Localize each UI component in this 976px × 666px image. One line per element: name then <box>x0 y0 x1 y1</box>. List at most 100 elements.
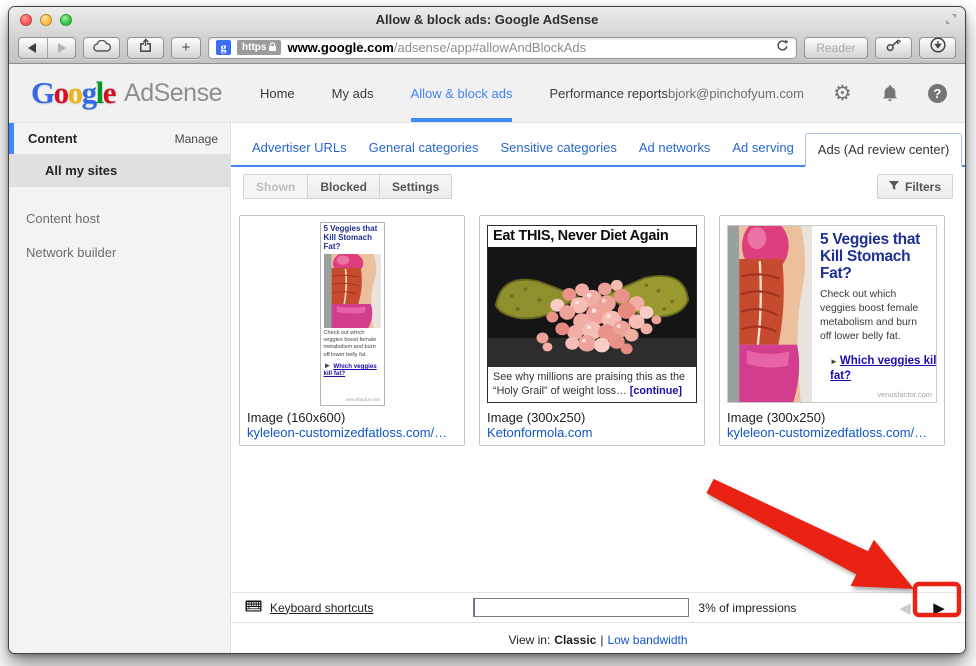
sidebar-items: Content host Network builder <box>9 201 230 269</box>
review-toolbar: Shown Blocked Settings Filters <box>243 174 953 199</box>
ad-display-url-link[interactable]: kyleleon-customizedfatloss.com/… <box>727 425 937 440</box>
shown-button[interactable]: Shown <box>243 174 308 199</box>
ad-copy: 5 Veggies that Kill Stomach Fat? Check o… <box>812 226 936 402</box>
ad-card-2[interactable]: Eat THIS, Never Diet Again <box>479 215 705 446</box>
tab-bar: Advertiser URLs General categories Sensi… <box>231 123 965 167</box>
nav-allow-block-ads[interactable]: Allow & block ads <box>411 64 513 122</box>
keyboard-shortcuts-link[interactable]: Keyboard shortcuts <box>270 601 373 615</box>
ad-thumbnail-3: 5 Veggies that Kill Stomach Fat? Check o… <box>727 221 937 407</box>
https-badge: https <box>237 40 281 55</box>
minimize-window-button[interactable] <box>40 14 52 26</box>
reader-button[interactable]: Reader <box>804 37 868 59</box>
nav-performance-reports[interactable]: Performance reports <box>549 64 668 122</box>
fullscreen-resize-icon[interactable] <box>945 12 957 30</box>
footer-separator: | <box>600 633 603 647</box>
ad-cta-link[interactable]: ►Which veggies kill fat? <box>324 361 381 377</box>
header-right: bjork@pinchofyum.com ⚙ ? <box>668 64 947 122</box>
history-nav-group <box>18 37 76 59</box>
tab-general-categories[interactable]: General categories <box>358 132 490 165</box>
downloads-button[interactable] <box>919 37 956 59</box>
ad-creative-fruit: Eat THIS, Never Diet Again <box>487 225 697 403</box>
back-button[interactable] <box>19 38 48 58</box>
help-icon[interactable]: ? <box>928 84 947 103</box>
share-button[interactable] <box>127 37 164 59</box>
ad-headline: 5 Veggies that Kill Stomach Fat? <box>324 225 381 252</box>
reload-icon[interactable] <box>776 39 789 57</box>
view-classic-label: Classic <box>554 633 596 647</box>
ad-thumbnail-1: 5 Veggies that Kill Stomach Fat? <box>247 221 457 407</box>
ad-body-text: Check out which veggies boost female met… <box>820 288 931 344</box>
url-text: www.google.com/adsense/app#allowAndBlock… <box>287 40 586 55</box>
product-name: AdSense <box>124 79 222 108</box>
new-tab-button[interactable]: + <box>171 37 201 59</box>
cloud-icon <box>93 39 111 57</box>
ad-cards: 5 Veggies that Kill Stomach Fat? <box>239 215 957 446</box>
sidebar-section-label: Content <box>28 131 77 146</box>
impressions-label: 3% of impressions <box>698 601 796 615</box>
ad-body-text: See why millions are praising this as th… <box>488 367 696 402</box>
bell-icon[interactable] <box>881 84 899 103</box>
password-manager-button[interactable] <box>875 37 912 59</box>
manage-link[interactable]: Manage <box>175 132 218 146</box>
ad-attribution: venusfactor.com <box>324 398 381 403</box>
pagination: ◀ ▶ <box>896 599 951 617</box>
ad-creative-veggies: 5 Veggies that Kill Stomach Fat? Check o… <box>727 225 937 403</box>
gear-icon[interactable]: ⚙ <box>833 83 852 104</box>
keyboard-icon <box>245 599 262 617</box>
fruit-photo-art <box>488 249 696 367</box>
main-content: Advertiser URLs General categories Sensi… <box>231 123 965 653</box>
settings-button[interactable]: Settings <box>379 174 452 199</box>
tab-advertiser-urls[interactable]: Advertiser URLs <box>241 132 358 165</box>
ad-cta-link[interactable]: ►Which veggies kill fat? <box>830 354 937 384</box>
ad-attribution: venusfactor.com <box>877 390 932 399</box>
tab-ad-serving[interactable]: Ad serving <box>721 132 804 165</box>
main-nav: Home My ads Allow & block ads Performanc… <box>260 64 668 122</box>
cta-bullet-icon: ► <box>830 357 838 367</box>
filters-button[interactable]: Filters <box>877 174 953 199</box>
low-bandwidth-link[interactable]: Low bandwidth <box>607 633 687 647</box>
view-footer: View in: Classic | Low bandwidth <box>231 623 965 653</box>
nav-home[interactable]: Home <box>260 64 295 122</box>
address-bar[interactable]: g https www.google.com/adsense/app#allow… <box>208 37 797 59</box>
ad-display-url-link[interactable]: kyleleon-customizedfatloss.com/… <box>247 425 457 440</box>
ad-card-1[interactable]: 5 Veggies that Kill Stomach Fat? <box>239 215 465 446</box>
blocked-button[interactable]: Blocked <box>307 174 380 199</box>
browser-toolbar: + g https www.google.com/adsense/app#all… <box>9 32 965 64</box>
impressions-progress-bar <box>473 598 689 617</box>
previous-page-icon[interactable]: ◀ <box>896 599 914 617</box>
view-in-label: View in: <box>508 633 550 647</box>
google-adsense-logo: Google AdSense <box>31 64 222 122</box>
nav-my-ads[interactable]: My ads <box>332 64 374 122</box>
window-titlebar: Allow & block ads: Google AdSense <box>9 7 965 32</box>
tab-ad-networks[interactable]: Ad networks <box>628 132 722 165</box>
sidebar-item-network-builder[interactable]: Network builder <box>9 235 230 269</box>
next-page-icon[interactable]: ▶ <box>927 599 951 617</box>
adsense-header: Google AdSense Home My ads Allow & block… <box>9 64 965 123</box>
traffic-lights <box>20 14 72 26</box>
content-spacer <box>231 446 965 592</box>
forward-button[interactable] <box>48 38 76 58</box>
google-favicon: g <box>216 40 231 55</box>
ad-headline: 5 Veggies that Kill Stomach Fat? <box>820 231 931 282</box>
view-segmented-control: Shown Blocked Settings <box>243 174 452 199</box>
zoom-window-button[interactable] <box>60 14 72 26</box>
icloud-tabs-button[interactable] <box>83 37 120 59</box>
ad-display-url-link[interactable]: Ketonformola.com <box>487 425 697 440</box>
ad-cta-link[interactable]: [continue] <box>630 385 682 397</box>
close-window-button[interactable] <box>20 14 32 26</box>
sidebar-item-all-my-sites[interactable]: All my sites <box>9 154 230 187</box>
funnel-icon <box>889 180 899 194</box>
account-email: bjork@pinchofyum.com <box>668 86 804 101</box>
ad-creative-skyscraper: 5 Veggies that Kill Stomach Fat? <box>320 222 385 406</box>
tab-ads-ad-review-center[interactable]: Ads (Ad review center) <box>805 133 963 167</box>
sidebar-item-content-host[interactable]: Content host <box>9 201 230 235</box>
share-icon <box>138 38 153 57</box>
ad-headline: Eat THIS, Never Diet Again <box>488 226 696 249</box>
ad-card-3[interactable]: 5 Veggies that Kill Stomach Fat? Check o… <box>719 215 945 446</box>
sidebar: Content Manage All my sites Content host… <box>9 123 231 653</box>
google-logo: Google <box>31 75 115 111</box>
torso-art <box>728 226 812 402</box>
tab-sensitive-categories[interactable]: Sensitive categories <box>489 132 627 165</box>
key-icon <box>886 39 902 57</box>
ad-format-label: Image (160x600) <box>247 410 457 425</box>
